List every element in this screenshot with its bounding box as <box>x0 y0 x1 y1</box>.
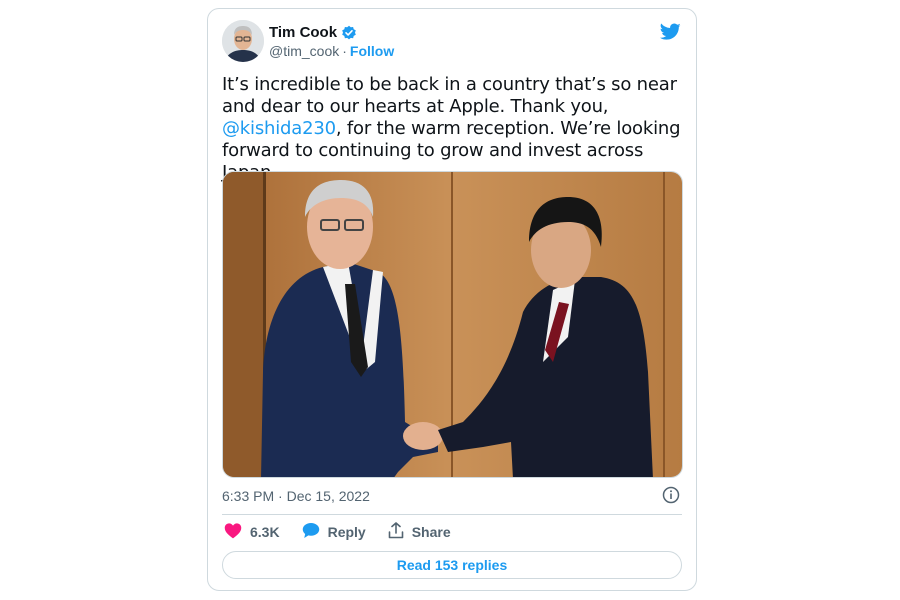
share-button[interactable]: Share <box>388 522 451 542</box>
author-display-name[interactable]: Tim Cook <box>269 24 337 41</box>
divider <box>222 514 682 515</box>
like-count: 6.3K <box>250 524 280 540</box>
reply-bubble-icon <box>302 522 328 542</box>
follow-button[interactable]: Follow <box>350 43 394 59</box>
read-replies-button[interactable]: Read 153 replies <box>222 551 682 579</box>
tweet-text-start: It’s incredible to be back in a country … <box>222 74 677 117</box>
author-handle-row: @tim_cook · Follow <box>269 43 394 59</box>
reply-button[interactable]: Reply <box>302 522 366 542</box>
avatar[interactable] <box>222 20 264 62</box>
share-icon <box>388 522 412 542</box>
info-icon[interactable] <box>662 486 680 504</box>
author-name-row: Tim Cook <box>269 24 357 41</box>
author-handle[interactable]: @tim_cook <box>269 43 339 59</box>
twitter-bird-icon[interactable] <box>660 23 681 41</box>
tweet-timestamp[interactable]: 6:33 PM · Dec 15, 2022 <box>222 488 370 504</box>
tweet-card: Tim Cook @tim_cook · Follow It’s incredibl… <box>207 8 697 591</box>
separator-dot: · <box>342 43 347 59</box>
tweet-photo[interactable] <box>222 171 683 478</box>
share-label: Share <box>411 524 451 540</box>
heart-icon <box>224 522 250 542</box>
tweet-text: It’s incredible to be back in a country … <box>222 74 692 184</box>
mention-link[interactable]: @kishida230 <box>222 118 336 139</box>
verified-badge-icon <box>341 25 357 41</box>
tweet-actions: 6.3K Reply Share <box>224 522 473 542</box>
like-button[interactable]: 6.3K <box>224 522 280 542</box>
reply-label: Reply <box>327 524 366 540</box>
